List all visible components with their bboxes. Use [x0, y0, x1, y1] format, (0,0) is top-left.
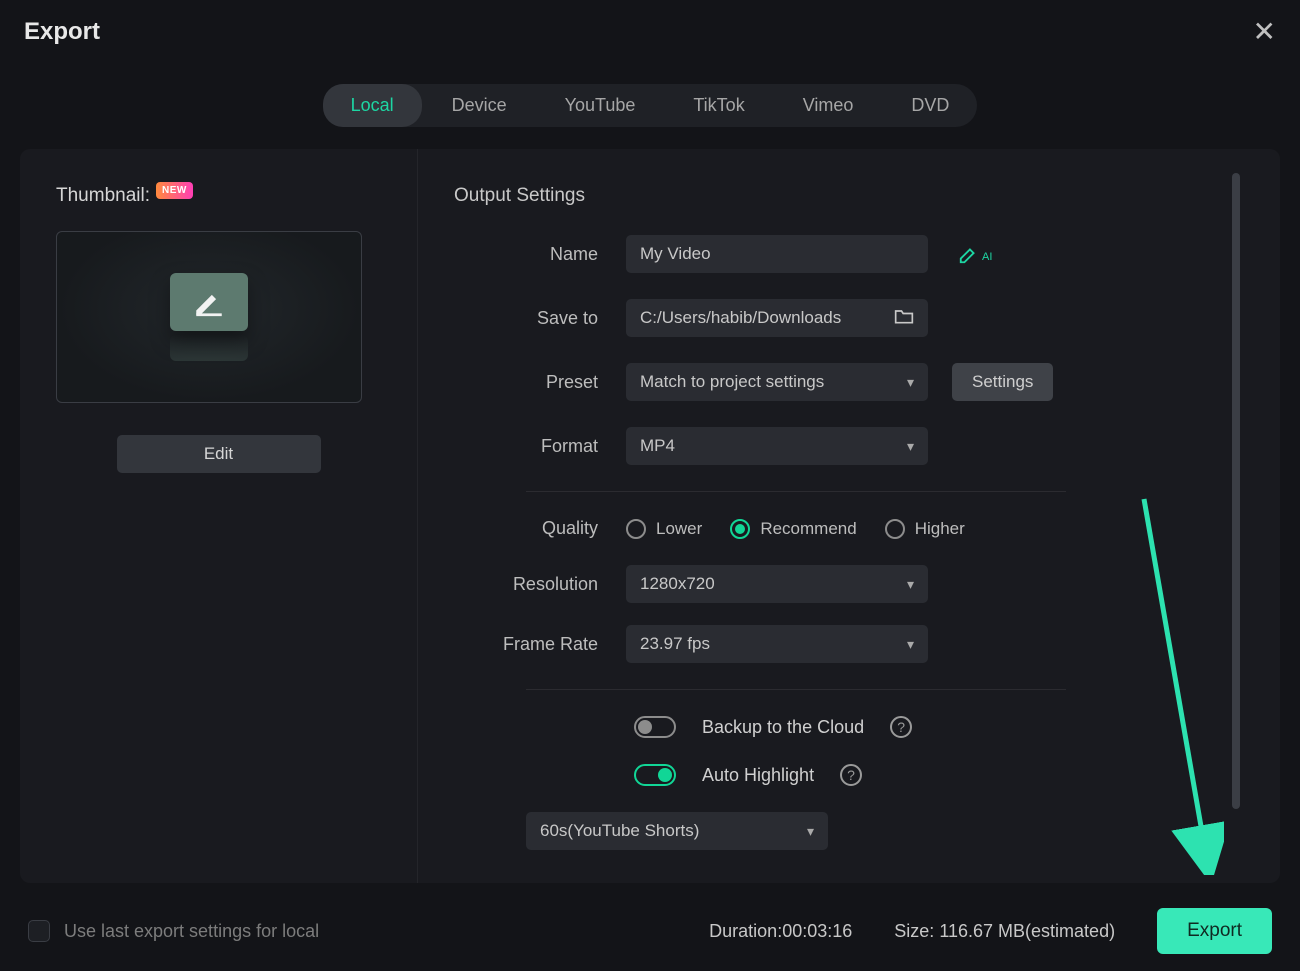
auto-highlight-toggle[interactable]	[634, 764, 676, 786]
output-settings-title: Output Settings	[454, 185, 1240, 207]
folder-icon[interactable]	[894, 307, 914, 330]
use-last-settings-checkbox[interactable]	[28, 920, 50, 942]
auto-highlight-label: Auto Highlight	[702, 765, 814, 786]
tab-vimeo[interactable]: Vimeo	[775, 84, 882, 127]
thumbnail-label: Thumbnail:	[56, 185, 150, 207]
preset-label: Preset	[454, 372, 626, 393]
preset-value: Match to project settings	[640, 372, 824, 392]
saveto-label: Save to	[454, 308, 626, 329]
window-title: Export	[24, 18, 100, 46]
pencil-icon	[192, 285, 226, 319]
tab-local[interactable]: Local	[323, 84, 422, 127]
divider	[526, 689, 1066, 690]
chevron-down-icon: ▾	[907, 636, 914, 653]
radio-icon	[885, 519, 905, 539]
auto-highlight-preset-select[interactable]: 60s(YouTube Shorts) ▾	[526, 812, 828, 850]
pencil-tile-icon	[170, 273, 248, 331]
resolution-select[interactable]: 1280x720 ▾	[626, 565, 928, 603]
saveto-input[interactable]: C:/Users/habib/Downloads	[626, 299, 928, 337]
divider	[526, 491, 1066, 492]
tab-tiktok[interactable]: TikTok	[665, 84, 772, 127]
framerate-select[interactable]: 23.97 fps ▾	[626, 625, 928, 663]
size-meta: Size: 116.67 MB(estimated)	[894, 921, 1115, 942]
pencil-icon	[958, 243, 980, 265]
quality-recommend-radio[interactable]: Recommend	[730, 519, 856, 539]
scrollbar[interactable]	[1232, 173, 1240, 809]
saveto-value: C:/Users/habib/Downloads	[640, 308, 841, 328]
quality-option-label: Lower	[656, 519, 702, 539]
tab-dvd[interactable]: DVD	[883, 84, 977, 127]
thumbnail-reflection	[170, 335, 248, 361]
help-icon[interactable]: ?	[840, 764, 862, 786]
chevron-down-icon: ▾	[807, 823, 814, 840]
export-tabs: Local Device YouTube TikTok Vimeo DVD	[323, 84, 978, 127]
format-label: Format	[454, 436, 626, 457]
preset-settings-button[interactable]: Settings	[952, 363, 1053, 401]
export-button[interactable]: Export	[1157, 908, 1272, 954]
ai-suffix: AI	[982, 251, 992, 263]
close-icon[interactable]: ✕	[1253, 18, 1276, 46]
resolution-label: Resolution	[454, 574, 626, 595]
new-badge: NEW	[156, 182, 193, 199]
help-icon[interactable]: ?	[890, 716, 912, 738]
chevron-down-icon: ▾	[907, 576, 914, 593]
framerate-value: 23.97 fps	[640, 634, 710, 654]
preset-select[interactable]: Match to project settings ▾	[626, 363, 928, 401]
thumbnail-preview[interactable]	[56, 231, 362, 403]
duration-meta: Duration:00:03:16	[709, 921, 852, 942]
radio-icon	[730, 519, 750, 539]
backup-cloud-label: Backup to the Cloud	[702, 717, 864, 738]
ai-rename-icon[interactable]: AI	[958, 243, 992, 265]
format-value: MP4	[640, 436, 675, 456]
edit-thumbnail-button[interactable]: Edit	[117, 435, 321, 473]
format-select[interactable]: MP4 ▾	[626, 427, 928, 465]
quality-option-label: Recommend	[760, 519, 856, 539]
name-label: Name	[454, 244, 626, 265]
quality-label: Quality	[454, 518, 626, 539]
resolution-value: 1280x720	[640, 574, 715, 594]
quality-lower-radio[interactable]: Lower	[626, 519, 702, 539]
name-input[interactable]: My Video	[626, 235, 928, 273]
chevron-down-icon: ▾	[907, 438, 914, 455]
chevron-down-icon: ▾	[907, 374, 914, 391]
tab-device[interactable]: Device	[424, 84, 535, 127]
tab-youtube[interactable]: YouTube	[537, 84, 664, 127]
use-last-settings-label: Use last export settings for local	[64, 921, 319, 942]
auto-highlight-preset-value: 60s(YouTube Shorts)	[540, 821, 699, 841]
radio-icon	[626, 519, 646, 539]
quality-higher-radio[interactable]: Higher	[885, 519, 965, 539]
backup-cloud-toggle[interactable]	[634, 716, 676, 738]
quality-option-label: Higher	[915, 519, 965, 539]
framerate-label: Frame Rate	[454, 634, 626, 655]
